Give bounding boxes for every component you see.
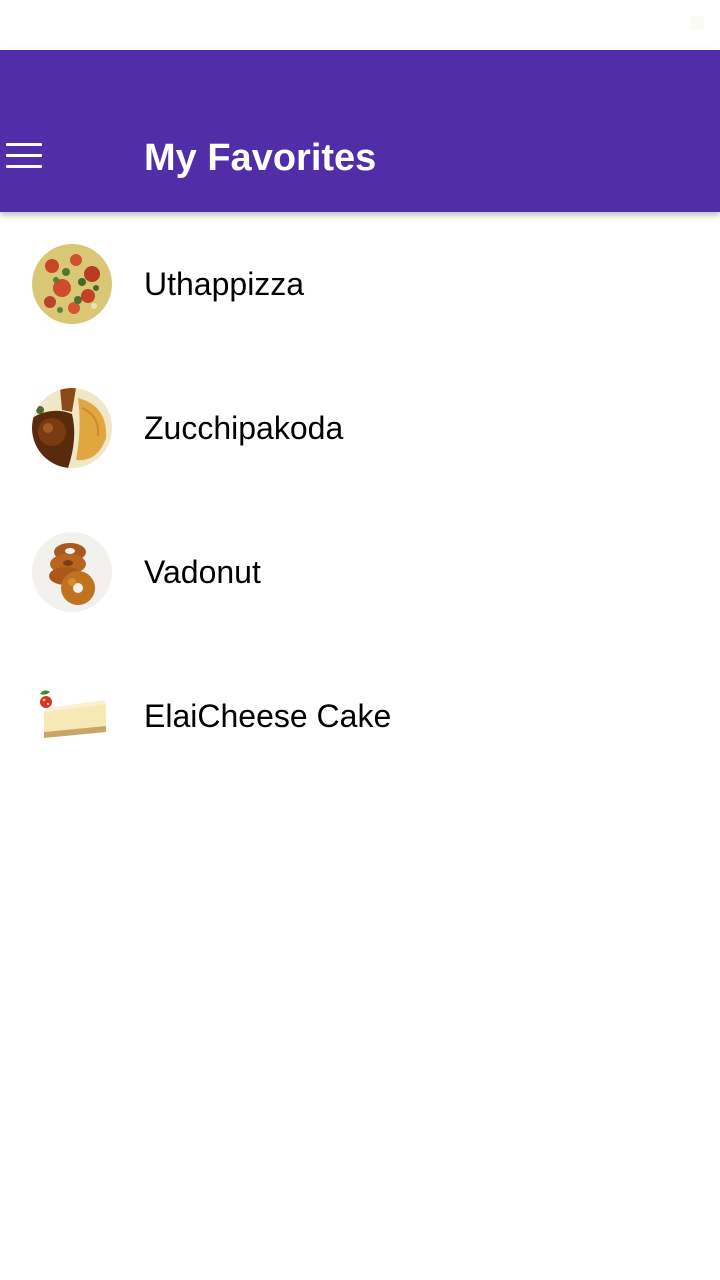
status-bar xyxy=(0,0,720,50)
list-item-elaicheese-cake[interactable]: ElaiCheese Cake xyxy=(0,644,720,788)
list-item-zucchipakoda[interactable]: Zucchipakoda xyxy=(0,356,720,500)
hamburger-menu-icon[interactable] xyxy=(0,132,50,182)
zucchipakoda-thumbnail xyxy=(32,388,112,468)
item-name: Vadonut xyxy=(144,554,261,590)
app-bar: My Favorites xyxy=(0,50,720,212)
item-name: Uthappizza xyxy=(144,266,305,302)
favorites-list: Uthappizza Zucchipakoda Vadonut ElaiChee… xyxy=(0,212,720,788)
list-item-uthappizza[interactable]: Uthappizza xyxy=(0,212,720,356)
page-title: My Favorites xyxy=(144,137,377,179)
elaicheese-cake-thumbnail xyxy=(32,676,112,756)
vadonut-thumbnail xyxy=(32,532,112,612)
item-name: ElaiCheese Cake xyxy=(144,698,392,734)
status-indicator-icon xyxy=(690,16,704,30)
uthappizza-thumbnail xyxy=(32,244,112,324)
list-item-vadonut[interactable]: Vadonut xyxy=(0,500,720,644)
item-name: Zucchipakoda xyxy=(144,410,344,446)
